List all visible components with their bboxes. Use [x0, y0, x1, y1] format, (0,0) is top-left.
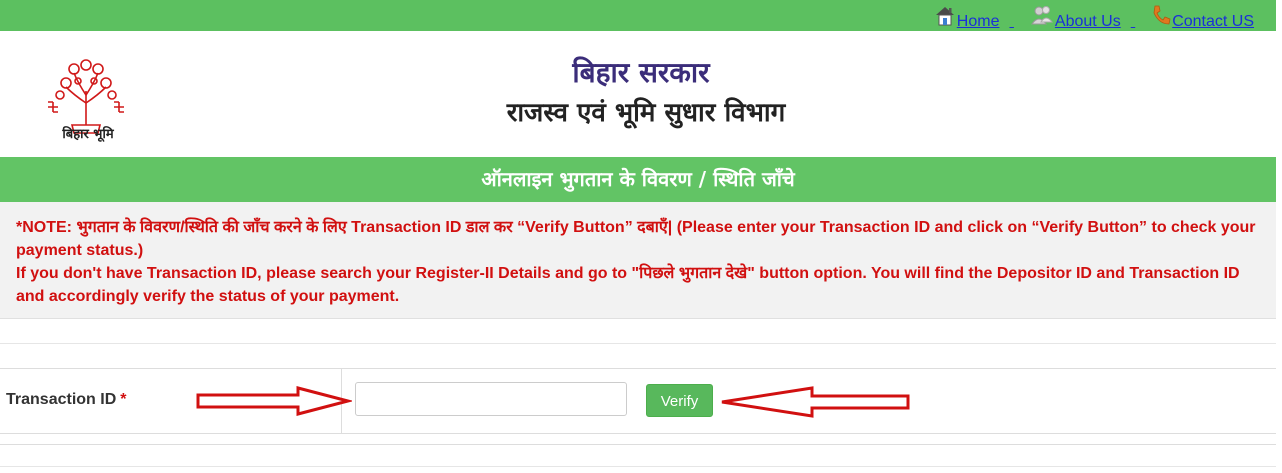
home-icon [934, 4, 956, 31]
divider [0, 466, 1276, 467]
phone-icon [1151, 4, 1171, 31]
transaction-form-row: Transaction ID * Verify [0, 368, 1276, 434]
home-link[interactable]: Home [934, 4, 1000, 31]
nav-separator [1131, 13, 1135, 31]
site-header: बिहार भूमि बिहार सरकार राजस्व एवं भूमि स… [0, 31, 1276, 155]
verify-button[interactable]: Verify [646, 384, 713, 417]
required-marker: * [120, 391, 127, 408]
contact-link-label: Contact US [1172, 13, 1254, 30]
nav-separator [1009, 13, 1013, 31]
home-link-label: Home [956, 13, 1000, 30]
right-pointing-arrow [196, 386, 352, 416]
government-title: बिहार सरकार [572, 56, 710, 89]
top-nav-bar: Home About Us Contact US [0, 0, 1276, 31]
users-icon [1030, 4, 1054, 31]
left-pointing-arrow [721, 386, 910, 418]
notice-line-2: If you don't have Transaction ID, please… [16, 265, 1240, 305]
contact-link[interactable]: Contact US [1151, 4, 1254, 31]
department-title: राजस्व एवं भूमि सुधार विभाग [506, 98, 786, 128]
notice-line-1: *NOTE: भुगतान के विवरण/स्थिति की जाँच कर… [16, 219, 1256, 259]
instruction-notice: *NOTE: भुगतान के विवरण/स्थिति की जाँच कर… [0, 202, 1276, 319]
transaction-id-label-text: Transaction ID [6, 391, 117, 408]
divider [0, 444, 1276, 445]
about-link-label: About Us [1054, 13, 1121, 30]
divider [0, 343, 1276, 344]
page-title-banner: ऑनलाइन भुगतान के विवरण / स्थिति जाँचे [0, 157, 1276, 202]
transaction-id-label: Transaction ID * [6, 391, 126, 409]
transaction-id-input[interactable] [355, 382, 627, 416]
top-links: Home About Us Contact US [918, 4, 1254, 31]
about-link[interactable]: About Us [1030, 4, 1121, 31]
